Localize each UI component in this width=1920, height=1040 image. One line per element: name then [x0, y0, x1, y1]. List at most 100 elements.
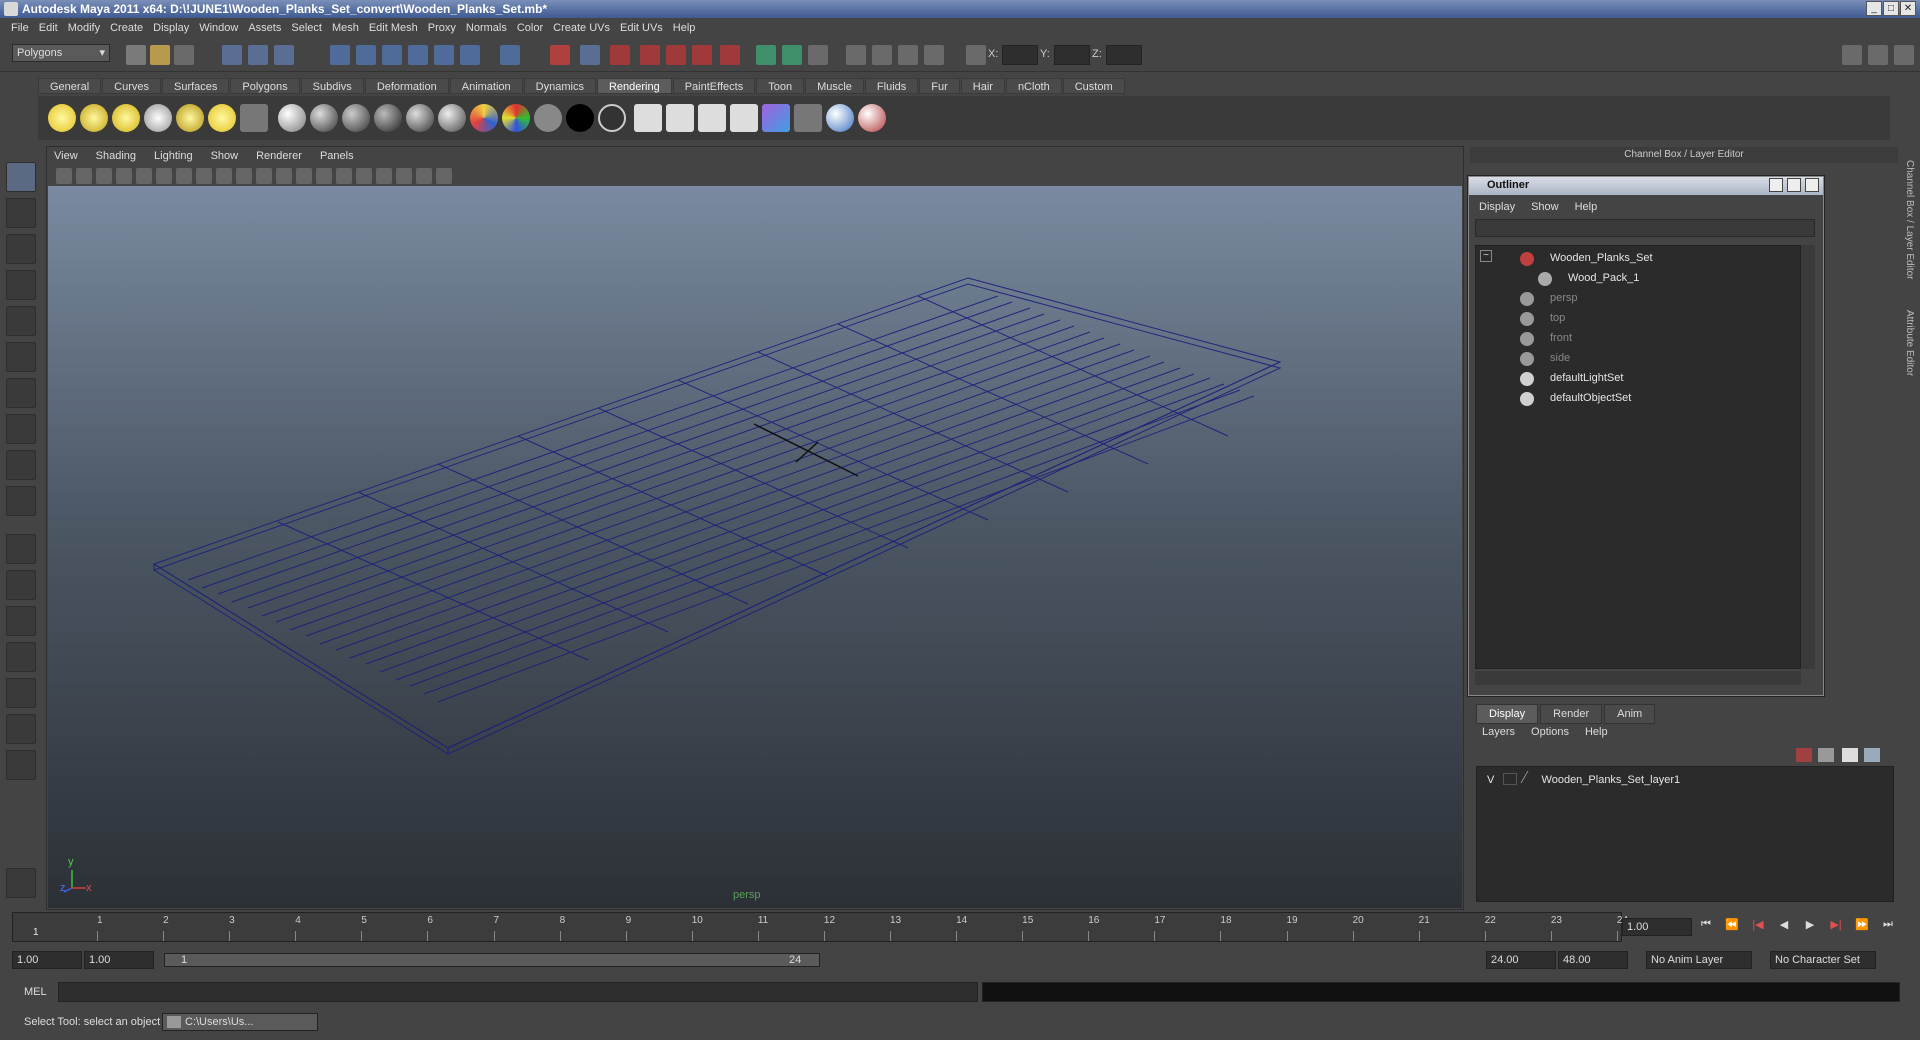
render-clip-icon-4[interactable] — [730, 104, 758, 132]
new-empty-layer-icon[interactable] — [1842, 748, 1858, 762]
render-clip-icon-2[interactable] — [666, 104, 694, 132]
shelf-tab-subdivs[interactable]: Subdivs — [300, 78, 364, 94]
outliner-item[interactable]: top — [1476, 310, 1796, 328]
step-back-frame-button[interactable]: |◀ — [1748, 918, 1768, 936]
minimized-window-button[interactable]: C:\Users\Us... — [162, 1013, 318, 1031]
blinn-shader-icon[interactable] — [310, 104, 338, 132]
hypershade-icon[interactable] — [692, 45, 712, 65]
attribute-editor-toggle-icon[interactable] — [1842, 45, 1862, 65]
x-field[interactable] — [1002, 45, 1038, 65]
render-clip-icon-1[interactable] — [634, 104, 662, 132]
ramp-shader-icon[interactable] — [470, 104, 498, 132]
outliner-item[interactable]: defaultObjectSet — [1476, 390, 1796, 408]
viewport-tool-icon[interactable] — [216, 168, 232, 184]
viewport-tool-icon[interactable] — [356, 168, 372, 184]
step-back-key-button[interactable]: ⏪ — [1722, 918, 1742, 936]
camera-tumble-icon[interactable] — [898, 45, 918, 65]
layered-shader-icon[interactable] — [374, 104, 402, 132]
layered-texture-icon[interactable] — [598, 104, 626, 132]
snap-plane-icon[interactable] — [408, 45, 428, 65]
render-view-window-icon[interactable] — [794, 104, 822, 132]
close-button[interactable]: ✕ — [1900, 1, 1916, 16]
layer-color-swatch[interactable] — [1521, 771, 1538, 783]
shading-map-icon[interactable] — [502, 104, 530, 132]
step-forward-key-button[interactable]: ⏩ — [1852, 918, 1872, 936]
collapse-icon[interactable]: − — [1480, 250, 1492, 262]
input-line-icon[interactable] — [756, 45, 776, 65]
anisotropic-shader-icon[interactable] — [278, 104, 306, 132]
lock-icon[interactable] — [550, 45, 570, 65]
play-backward-button[interactable]: ◀ — [1774, 918, 1794, 936]
selection-mask-icon[interactable] — [808, 45, 828, 65]
shelf-tab-deformation[interactable]: Deformation — [364, 78, 449, 94]
viewport-tool-icon[interactable] — [176, 168, 192, 184]
menu-assets[interactable]: Assets — [245, 19, 288, 39]
menu-create[interactable]: Create — [107, 19, 150, 39]
new-layer-selected-icon[interactable] — [1864, 748, 1880, 762]
viewport-tool-icon[interactable] — [136, 168, 152, 184]
mel-input[interactable] — [58, 982, 978, 1002]
camera-zoom-icon[interactable] — [872, 45, 892, 65]
viewport-tool-icon[interactable] — [316, 168, 332, 184]
shelf-tab-polygons[interactable]: Polygons — [230, 78, 300, 94]
maximize-button[interactable]: □ — [1883, 1, 1899, 16]
move-layer-down-icon[interactable] — [1818, 748, 1834, 762]
tool-settings-toggle-icon[interactable] — [1868, 45, 1888, 65]
menu-mesh[interactable]: Mesh — [329, 19, 366, 39]
shelf-tab-fur[interactable]: Fur — [919, 78, 960, 94]
shelf-tab-surfaces[interactable]: Surfaces — [161, 78, 230, 94]
anim-layer-select[interactable]: No Anim Layer — [1646, 951, 1752, 969]
universal-manip-icon[interactable] — [6, 378, 36, 408]
phong-shader-icon[interactable] — [406, 104, 434, 132]
step-forward-frame-button[interactable]: ▶| — [1826, 918, 1846, 936]
render-view-icon[interactable] — [580, 45, 600, 65]
outliner-vertical-scrollbar[interactable] — [1801, 245, 1815, 669]
layer-visibility-toggle[interactable]: V — [1487, 774, 1494, 786]
paint-fx-brush-icon[interactable] — [858, 104, 886, 132]
surface-shader-icon[interactable] — [534, 104, 562, 132]
outliner-item[interactable]: side — [1476, 350, 1796, 368]
spot-light-icon[interactable] — [144, 104, 172, 132]
shelf-tab-custom[interactable]: Custom — [1062, 78, 1125, 94]
menu-edit[interactable]: Edit — [36, 19, 65, 39]
select-tool-icon[interactable] — [6, 162, 36, 192]
menu-display[interactable]: Display — [150, 19, 196, 39]
viewport-tool-icon[interactable] — [236, 168, 252, 184]
viewport-tool-icon[interactable] — [256, 168, 272, 184]
area-light-icon[interactable] — [176, 104, 204, 132]
move-tool-icon[interactable] — [6, 270, 36, 300]
ipr-render-icon[interactable] — [640, 45, 660, 65]
shelf-tab-ncloth[interactable]: nCloth — [1005, 78, 1062, 94]
select-hierarchy-icon[interactable] — [222, 45, 242, 65]
outliner-menu-help[interactable]: Help — [1575, 201, 1598, 213]
shelf-tab-animation[interactable]: Animation — [449, 78, 523, 94]
menu-set-select[interactable]: Polygons ▾ — [12, 44, 110, 62]
playback-end-field[interactable]: 24.00 — [1486, 951, 1556, 969]
relative-transform-icon[interactable] — [966, 45, 986, 65]
snap-surface-icon[interactable] — [434, 45, 454, 65]
hypershade-window-icon[interactable] — [762, 104, 790, 132]
menu-window[interactable]: Window — [196, 19, 245, 39]
volume-light-icon[interactable] — [208, 104, 236, 132]
viewport-tool-icon[interactable] — [96, 168, 112, 184]
outliner-minimize-icon[interactable] — [1769, 178, 1783, 192]
outliner-filter-field[interactable] — [1475, 219, 1815, 237]
outliner-horizontal-scrollbar[interactable] — [1475, 671, 1801, 685]
viewport-tool-icon[interactable] — [76, 168, 92, 184]
viewport-tool-icon[interactable] — [56, 168, 72, 184]
single-perspective-layout-icon[interactable] — [6, 534, 36, 564]
snap-point-icon[interactable] — [382, 45, 402, 65]
lasso-tool-icon[interactable] — [6, 198, 36, 228]
play-forward-button[interactable]: ▶ — [1800, 918, 1820, 936]
outliner-item[interactable]: defaultLightSet — [1476, 370, 1796, 388]
menu-normals[interactable]: Normals — [463, 19, 514, 39]
viewport-menu-shading[interactable]: Shading — [96, 150, 136, 162]
menu-select[interactable]: Select — [288, 19, 329, 39]
minimize-button[interactable]: _ — [1866, 1, 1882, 16]
shelf-tab-curves[interactable]: Curves — [102, 78, 161, 94]
viewport-tool-icon[interactable] — [156, 168, 172, 184]
render-settings-icon[interactable] — [666, 45, 686, 65]
outliner-item[interactable]: front — [1476, 330, 1796, 348]
layer-tab-display[interactable]: Display — [1476, 704, 1539, 724]
shelf-tab-rendering[interactable]: Rendering — [596, 78, 672, 94]
